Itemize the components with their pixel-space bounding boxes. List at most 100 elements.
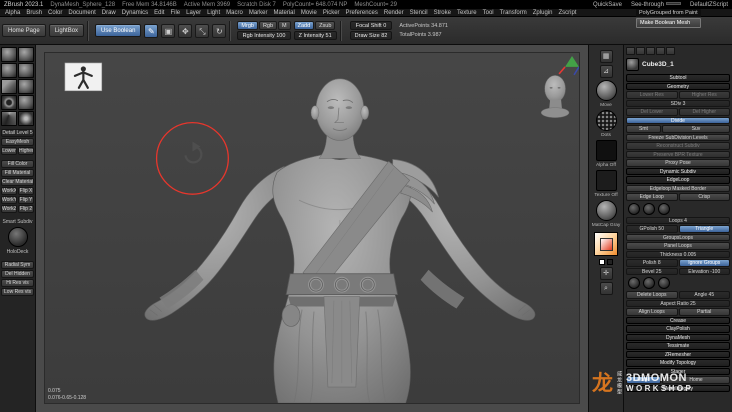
list-icon[interactable] (666, 47, 675, 55)
profile-curve-knob[interactable] (628, 277, 640, 289)
del-higher[interactable]: Del Higher (678, 108, 730, 116)
primitive-thumbnail-sphere[interactable] (18, 95, 34, 110)
alpha-thumbnail[interactable] (595, 140, 617, 161)
color-picker-inner[interactable] (600, 238, 613, 251)
menu-layer[interactable]: Layer (186, 10, 201, 16)
mrgb-toggle[interactable]: Mrgb (237, 21, 258, 30)
thickness-0-005[interactable]: Thickness 0.005 (626, 250, 730, 258)
lower[interactable]: Lower (1, 147, 17, 155)
see-through-groove[interactable] (665, 2, 681, 6)
primitive-thumbnail-ring[interactable] (1, 95, 17, 110)
profile-curve-knob[interactable] (658, 202, 670, 215)
modify-topology[interactable]: Modify Topology (626, 359, 730, 367)
active-tool-thumbnail[interactable] (626, 58, 639, 71)
rgb-toggle[interactable]: Rgb (258, 21, 278, 30)
proxy-pose[interactable]: Proxy Pose (626, 159, 730, 167)
material-thumbnail[interactable] (595, 200, 617, 221)
flip-2[interactable]: Flip 2 (18, 205, 34, 213)
color-picker[interactable] (594, 232, 618, 256)
profile-curve-knob[interactable] (658, 277, 670, 289)
del-hidden[interactable]: Del Hidden (1, 270, 34, 278)
zoom-icon[interactable] (599, 282, 613, 295)
focal-shift-slider[interactable]: Focal Shift 0 (349, 21, 393, 30)
primitive-thumbnail-sphere[interactable] (18, 63, 34, 78)
align-loops[interactable]: Align Loops (626, 308, 678, 316)
stroke-thumbnail[interactable] (595, 110, 617, 131)
freeze-subdivision-levels[interactable]: Freeze SubDivision Levels (626, 133, 730, 141)
worky[interactable]: WorkY (1, 196, 17, 204)
profile-curve-knob[interactable] (643, 277, 655, 289)
claypolish[interactable]: ClayPolish (626, 325, 730, 333)
menu-texture[interactable]: Texture (457, 10, 477, 16)
main-color-swatch[interactable] (599, 259, 605, 265)
texture-thumbnail[interactable] (595, 170, 617, 191)
menu-light[interactable]: Light (207, 10, 220, 16)
eye-icon[interactable] (646, 47, 655, 55)
draw-size-slider[interactable]: Draw Size 82 (349, 31, 393, 40)
home-page-button[interactable]: Home Page (2, 24, 46, 37)
reconstruct-subdiv[interactable]: Reconstruct Subdiv (626, 142, 730, 150)
del-lower[interactable]: Del Lower (626, 108, 678, 116)
use-boolean-button[interactable]: Use Boolean (95, 24, 142, 37)
stage[interactable]: Stage (626, 376, 661, 384)
scroll-icon[interactable] (599, 267, 613, 280)
menu-zplugin[interactable]: Zplugin (533, 10, 553, 16)
reference-image[interactable] (64, 62, 103, 92)
flip-y[interactable]: Flip Y (18, 196, 34, 204)
menu-dynamics[interactable]: Dynamics (122, 10, 148, 16)
edge-loop[interactable]: Edge Loop (626, 193, 678, 201)
loops-4[interactable]: Loops 4 (626, 216, 730, 224)
gpolish-50[interactable]: GPolish 50 (626, 225, 678, 233)
dynamesh[interactable]: DynaMesh (626, 333, 730, 341)
fill-material[interactable]: Fill Material (1, 169, 34, 177)
primitive-thumbnail-sphere[interactable] (18, 79, 34, 94)
hi-res-vis[interactable]: Hi Res vis (1, 279, 34, 287)
lightbox-button[interactable]: LightBox (48, 24, 85, 37)
rgb-intensity-slider[interactable]: Rgb Intensity 100 (237, 31, 291, 40)
menu-preferences[interactable]: Preferences (346, 10, 378, 16)
primitive-thumbnail-cube[interactable] (1, 79, 17, 94)
stager[interactable]: Stager (626, 367, 730, 375)
crease[interactable]: Crease (626, 316, 730, 324)
document-canvas[interactable]: 0.075 0.076-0.65-0.128 (44, 52, 580, 404)
layers-icon[interactable] (656, 47, 665, 55)
menu-movie[interactable]: Movie (301, 10, 317, 16)
see-through-slider[interactable]: See-through (631, 2, 681, 8)
scale-icon[interactable] (195, 23, 210, 38)
menu-zscript[interactable]: Zscript (558, 10, 576, 16)
partial[interactable]: Partial (678, 308, 730, 316)
zremesher[interactable]: ZRemesher (626, 350, 730, 358)
menu-render[interactable]: Render (384, 10, 404, 16)
zsub-toggle[interactable]: Zsub (315, 21, 336, 30)
brush-icon[interactable] (636, 47, 645, 55)
menu-draw[interactable]: Draw (102, 10, 116, 16)
low-res-vis[interactable]: Low Res vis (1, 288, 34, 296)
groupsloops[interactable]: GroupsLoops (626, 233, 730, 241)
menu-edit[interactable]: Edit (154, 10, 164, 16)
draw-pointer-icon[interactable] (161, 23, 176, 38)
elevation-100[interactable]: Elevation -100 (678, 267, 730, 275)
lower-res[interactable]: Lower Res (626, 91, 678, 99)
quicksave-button[interactable]: QuickSave (593, 2, 622, 8)
menu-transform[interactable]: Transform (500, 10, 527, 16)
profile-curve-knob[interactable] (643, 202, 655, 215)
primitive-thumbnail-star[interactable] (18, 111, 34, 126)
crisp[interactable]: Crisp (678, 193, 730, 201)
detail-level-5[interactable]: Detail Level 5 (1, 129, 34, 137)
menu-file[interactable]: File (170, 10, 180, 16)
ignore-groups[interactable]: Ignore Groups (678, 259, 730, 267)
clear-material[interactable]: Clear Material (1, 178, 34, 186)
menu-stroke[interactable]: Stroke (434, 10, 451, 16)
menu-stencil[interactable]: Stencil (410, 10, 428, 16)
triangle[interactable]: Triangle (678, 225, 730, 233)
menu-document[interactable]: Document (68, 10, 95, 16)
holodeck-thumbnail[interactable] (7, 227, 28, 247)
menu-brush[interactable]: Brush (26, 10, 42, 16)
profile-curve-knob[interactable] (628, 202, 640, 215)
fill-color[interactable]: Fill Color (1, 160, 34, 168)
perspective-icon[interactable] (599, 65, 613, 78)
move-icon[interactable] (178, 23, 193, 38)
secondary-color-swatch[interactable] (607, 259, 613, 265)
menu-material[interactable]: Material (274, 10, 295, 16)
primitive-thumbnail-cone[interactable] (1, 111, 17, 126)
